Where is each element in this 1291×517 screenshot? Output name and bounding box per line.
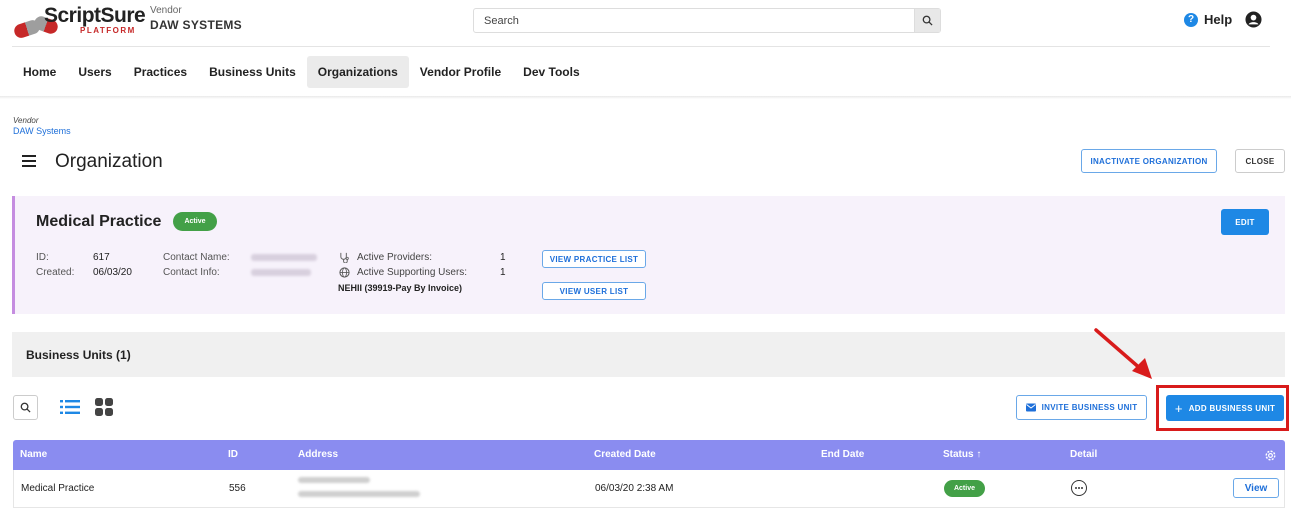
table-search-button[interactable] [13, 395, 38, 420]
brand-platform: PLATFORM [80, 26, 136, 35]
red-arrow-annotation [1094, 328, 1152, 379]
envelope-icon [1025, 403, 1036, 412]
contact-info-redacted [251, 269, 311, 276]
row-status-badge: Active [944, 480, 985, 497]
vendor-name: DAW SYSTEMS [150, 18, 242, 32]
active-supporting-users-value: 1 [500, 267, 506, 278]
practice-name: Medical Practice [36, 213, 162, 230]
hamburger-icon[interactable] [22, 155, 36, 167]
view-button[interactable]: View [1233, 478, 1279, 498]
breadcrumb-label: Vendor [13, 116, 39, 125]
help-label: Help [1204, 12, 1233, 27]
invite-business-unit-button[interactable]: INVITE BUSINESS UNIT [1016, 395, 1147, 420]
vendor-block: Vendor DAW SYSTEMS [150, 5, 242, 32]
tab-vendor-profile[interactable]: Vendor Profile [409, 56, 512, 88]
view-practice-list-button[interactable]: VIEW PRACTICE LIST [542, 250, 646, 268]
list-view-icon[interactable] [60, 399, 80, 415]
col-address[interactable]: Address [298, 449, 338, 460]
created-label: Created: [36, 267, 75, 278]
search-box [473, 8, 941, 33]
top-bar: ScriptSure PLATFORM Vendor DAW SYSTEMS ?… [0, 0, 1291, 46]
col-end-date[interactable]: End Date [821, 449, 864, 460]
id-label: ID: [36, 252, 49, 263]
tab-practices[interactable]: Practices [123, 56, 198, 88]
business-units-title: Business Units (1) [26, 348, 131, 362]
user-account-icon[interactable] [1245, 11, 1262, 28]
grid-view-icon[interactable] [95, 398, 113, 416]
stethoscope-icon [340, 252, 349, 263]
business-units-table: Name ID Address Created Date End Date St… [13, 440, 1285, 508]
contact-name-redacted [251, 254, 317, 261]
col-id[interactable]: ID [228, 449, 238, 460]
help-link[interactable]: ? Help [1184, 12, 1232, 27]
status-badge: Active [173, 212, 217, 231]
search-icon [922, 15, 933, 26]
close-button[interactable]: CLOSE [1235, 149, 1285, 173]
tab-home[interactable]: Home [12, 56, 67, 88]
main-nav: Home Users Practices Business Units Orga… [12, 56, 591, 88]
active-providers-value: 1 [500, 252, 506, 263]
practice-card: Medical Practice Active EDIT ID: 617 Cre… [12, 196, 1285, 314]
search-button[interactable] [914, 9, 940, 32]
created-value: 06/03/20 [93, 267, 132, 278]
table-header: Name ID Address Created Date End Date St… [13, 440, 1285, 470]
gear-icon[interactable] [1264, 449, 1277, 462]
nav-shadow [0, 96, 1291, 99]
more-options-icon[interactable] [1071, 480, 1087, 496]
search-icon [20, 402, 31, 413]
breadcrumb-vendor-link[interactable]: DAW Systems [13, 126, 71, 136]
view-user-list-button[interactable]: VIEW USER LIST [542, 282, 646, 300]
tab-users[interactable]: Users [67, 56, 122, 88]
globe-icon [339, 267, 350, 278]
brand-name: ScriptSure [44, 4, 146, 27]
tab-dev-tools[interactable]: Dev Tools [512, 56, 590, 88]
tab-business-units[interactable]: Business Units [198, 56, 307, 88]
col-created-date[interactable]: Created Date [594, 449, 656, 460]
row-address-line1-redacted [298, 477, 370, 483]
table-row: Medical Practice 556 06/03/20 2:38 AM Ac… [13, 470, 1285, 508]
help-icon: ? [1184, 12, 1198, 27]
vendor-label: Vendor [150, 5, 182, 16]
add-business-unit-highlight [1156, 385, 1289, 431]
search-input[interactable] [474, 9, 914, 32]
row-created-date: 06/03/20 2:38 AM [595, 483, 674, 494]
header-divider [12, 46, 1270, 47]
row-name: Medical Practice [21, 483, 95, 494]
edit-button[interactable]: EDIT [1221, 209, 1269, 235]
id-value: 617 [93, 252, 110, 263]
col-name[interactable]: Name [20, 449, 47, 460]
page-title: Organization [55, 151, 163, 172]
col-status[interactable]: Status ↑ [943, 449, 981, 460]
row-address-line2-redacted [298, 491, 420, 497]
row-id: 556 [229, 483, 246, 494]
col-detail: Detail [1070, 449, 1098, 460]
contact-name-label: Contact Name: [163, 252, 230, 263]
inactivate-organization-button[interactable]: INACTIVATE ORGANIZATION [1081, 149, 1217, 173]
tab-organizations[interactable]: Organizations [306, 56, 409, 88]
contact-info-label: Contact Info: [163, 267, 220, 278]
invite-business-unit-label: INVITE BUSINESS UNIT [1041, 403, 1138, 412]
active-supporting-users-label: Active Supporting Users: [357, 267, 468, 278]
practice-plan: NEHII (39919-Pay By Invoice) [338, 283, 463, 293]
active-providers-label: Active Providers: [357, 252, 433, 263]
scriptsure-logo[interactable]: ScriptSure PLATFORM [12, 4, 146, 40]
